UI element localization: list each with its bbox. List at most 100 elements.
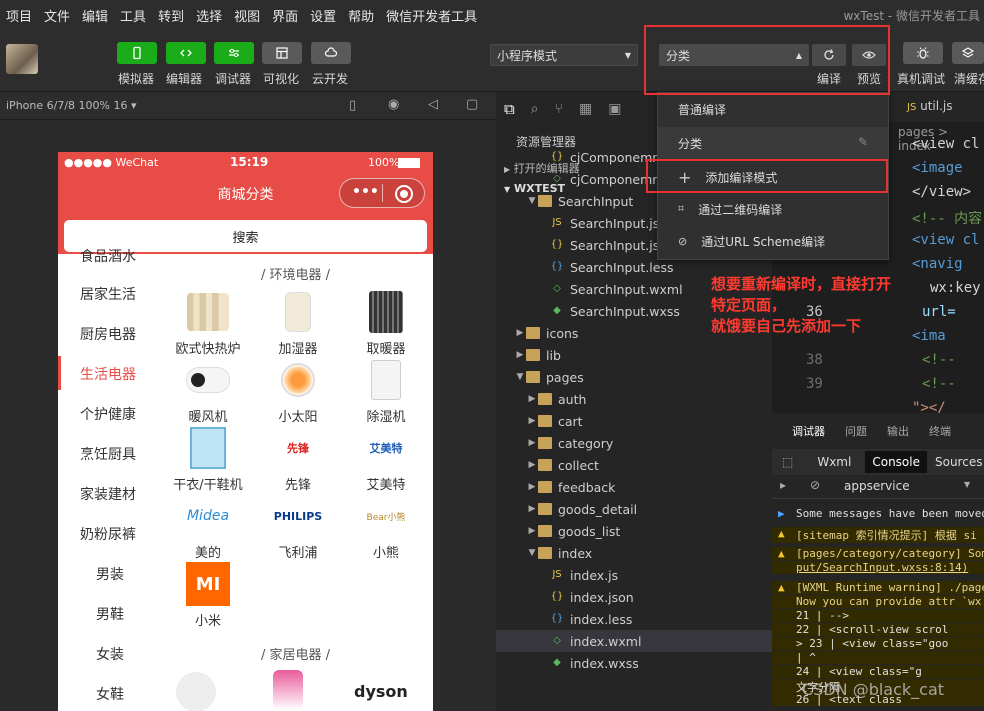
code-line[interactable]: <view cl [912, 232, 979, 248]
tree-row[interactable]: ▶ lib [496, 344, 772, 366]
menu-interface[interactable]: 界面 [266, 6, 304, 25]
debug-icon[interactable]: ▣ [608, 101, 621, 117]
code-line[interactable]: <view cl [912, 136, 979, 152]
tab-sources[interactable]: Sources [935, 455, 982, 469]
clear-cache-button[interactable] [952, 42, 984, 64]
mode-select[interactable]: 小程序模式 ▼ [490, 44, 638, 66]
product-item[interactable]: PHILIPS 飞利浦 [258, 494, 338, 562]
visual-button[interactable] [262, 42, 302, 64]
device-select[interactable]: iPhone 6/7/8 100% 16 ▾ [6, 99, 137, 112]
avatar[interactable] [6, 44, 38, 74]
category-item[interactable]: 男装 [68, 564, 158, 584]
product-item[interactable]: 欧式快热炉 [168, 290, 248, 357]
close-mini-program-icon[interactable] [395, 185, 413, 203]
search-icon[interactable]: ⌕ [531, 101, 539, 117]
code-line[interactable]: url= [922, 304, 956, 320]
product-item[interactable]: 小太阳 [258, 358, 338, 425]
category-item[interactable]: 食品酒水 [58, 246, 158, 266]
editor-tab[interactable]: JS util.js [907, 99, 953, 113]
product-item[interactable]: 取暖器 [346, 290, 426, 357]
category-item[interactable]: 奶粉尿裤 [58, 524, 158, 544]
product-item[interactable]: Bear小熊 小熊 [346, 494, 426, 562]
category-item-active[interactable]: 生活电器 [58, 364, 158, 384]
tab-console[interactable]: Console [865, 451, 927, 473]
tree-row[interactable]: ▼ pages [496, 366, 772, 388]
dyson-logo[interactable]: dyson [354, 682, 408, 701]
category-item[interactable]: 家装建材 [58, 484, 158, 504]
code-line[interactable]: </view> [912, 184, 971, 200]
tree-row[interactable]: ▼ index [496, 542, 772, 564]
code-line[interactable]: <ima [912, 328, 946, 344]
tab-debugger[interactable]: 调试器 [792, 423, 825, 439]
category-item[interactable]: 居家生活 [58, 284, 158, 304]
code-line[interactable]: <navig [912, 256, 963, 272]
code-line[interactable]: <image [912, 160, 963, 176]
sidebar-toggle-icon[interactable]: ▸ [780, 478, 786, 492]
more-icon[interactable]: ••• [352, 184, 379, 200]
category-item[interactable]: 厨房电器 [58, 324, 158, 344]
cloud-button[interactable] [311, 42, 351, 64]
menu-project[interactable]: 项目 [0, 6, 38, 25]
menu-edit[interactable]: 编辑 [76, 6, 114, 25]
category-item[interactable]: 男鞋 [68, 604, 158, 624]
screen-icon[interactable]: ▢ [466, 97, 478, 112]
source-control-icon[interactable]: ⑂ [555, 101, 563, 117]
tab-wxml[interactable]: Wxml [817, 455, 851, 469]
product-item[interactable]: 干衣/干鞋机 [168, 426, 248, 493]
tree-row[interactable]: ◇ index.wxml [496, 630, 772, 652]
capsule-button[interactable]: ••• [339, 178, 425, 208]
category-item[interactable]: 个护健康 [58, 404, 158, 424]
context-select[interactable]: appservice [844, 479, 910, 493]
tree-row[interactable]: {} index.less [496, 608, 772, 630]
tab-terminal[interactable]: 终端 [929, 423, 951, 439]
category-item[interactable]: 女装 [68, 644, 158, 664]
files-icon[interactable]: ⧉ [504, 100, 515, 118]
code-line[interactable]: <!-- 内容 [912, 208, 982, 228]
code-line[interactable]: <!-- [922, 352, 956, 368]
tree-row[interactable]: ▶ goods_detail [496, 498, 772, 520]
real-debug-button[interactable] [903, 42, 943, 64]
code-line[interactable]: wx:key [930, 280, 981, 296]
tree-row[interactable]: ▶ cart [496, 410, 772, 432]
edit-icon[interactable]: ✎ [858, 135, 868, 149]
volume-icon[interactable]: ◁ [428, 97, 438, 112]
debugger-button[interactable] [214, 42, 254, 64]
menu-select[interactable]: 选择 [190, 6, 228, 25]
steamer-image[interactable] [273, 670, 303, 710]
category-item[interactable]: 女鞋 [68, 684, 158, 704]
menu-settings[interactable]: 设置 [304, 6, 342, 25]
robot-vacuum-image[interactable] [176, 672, 216, 711]
dropdown-item-qrcode-compile[interactable]: ⌗ 通过二维码编译 [658, 193, 888, 225]
menu-file[interactable]: 文件 [38, 6, 76, 25]
phone-icon[interactable]: ▯ [349, 98, 356, 113]
product-item[interactable]: 先锋 先锋 [258, 426, 338, 493]
tree-row[interactable]: ▶ goods_list [496, 520, 772, 542]
product-item[interactable]: 艾美特 艾美特 [346, 426, 426, 493]
product-item[interactable]: MI 小米 [168, 562, 248, 629]
editor-button[interactable] [166, 42, 206, 64]
code-line[interactable]: <!-- [922, 376, 956, 392]
product-item[interactable]: 暖风机 [168, 358, 248, 425]
menu-goto[interactable]: 转到 [152, 6, 190, 25]
dropdown-item-url-scheme-compile[interactable]: ⊘ 通过URL Scheme编译 [658, 225, 888, 257]
inspect-icon[interactable]: ⬚ [782, 455, 793, 469]
menu-view[interactable]: 视图 [228, 6, 266, 25]
tree-row[interactable]: ▶ category [496, 432, 772, 454]
category-item[interactable]: 烹饪厨具 [58, 444, 158, 464]
record-icon[interactable]: ◉ [388, 97, 399, 112]
tab-problems[interactable]: 问题 [845, 423, 867, 439]
tree-row[interactable]: ◆ index.wxss [496, 652, 772, 674]
product-item[interactable]: 加湿器 [258, 290, 338, 357]
tree-row[interactable]: JS index.js [496, 564, 772, 586]
menu-wechat-devtools[interactable]: 微信开发者工具 [380, 6, 483, 25]
clear-console-icon[interactable]: ⊘ [810, 478, 820, 492]
menu-help[interactable]: 帮助 [342, 6, 380, 25]
tree-row[interactable]: ▶ auth [496, 388, 772, 410]
tree-row[interactable]: {} index.json [496, 586, 772, 608]
dropdown-item-normal-compile[interactable]: 普通编译 [658, 93, 888, 125]
tree-row[interactable]: ▶ collect [496, 454, 772, 476]
tree-row[interactable]: ▶ feedback [496, 476, 772, 498]
dropdown-item-category[interactable]: 分类 ✎ [658, 127, 888, 159]
product-item[interactable]: Midea 美的 [168, 494, 248, 561]
extensions-icon[interactable]: ▦ [579, 101, 592, 117]
